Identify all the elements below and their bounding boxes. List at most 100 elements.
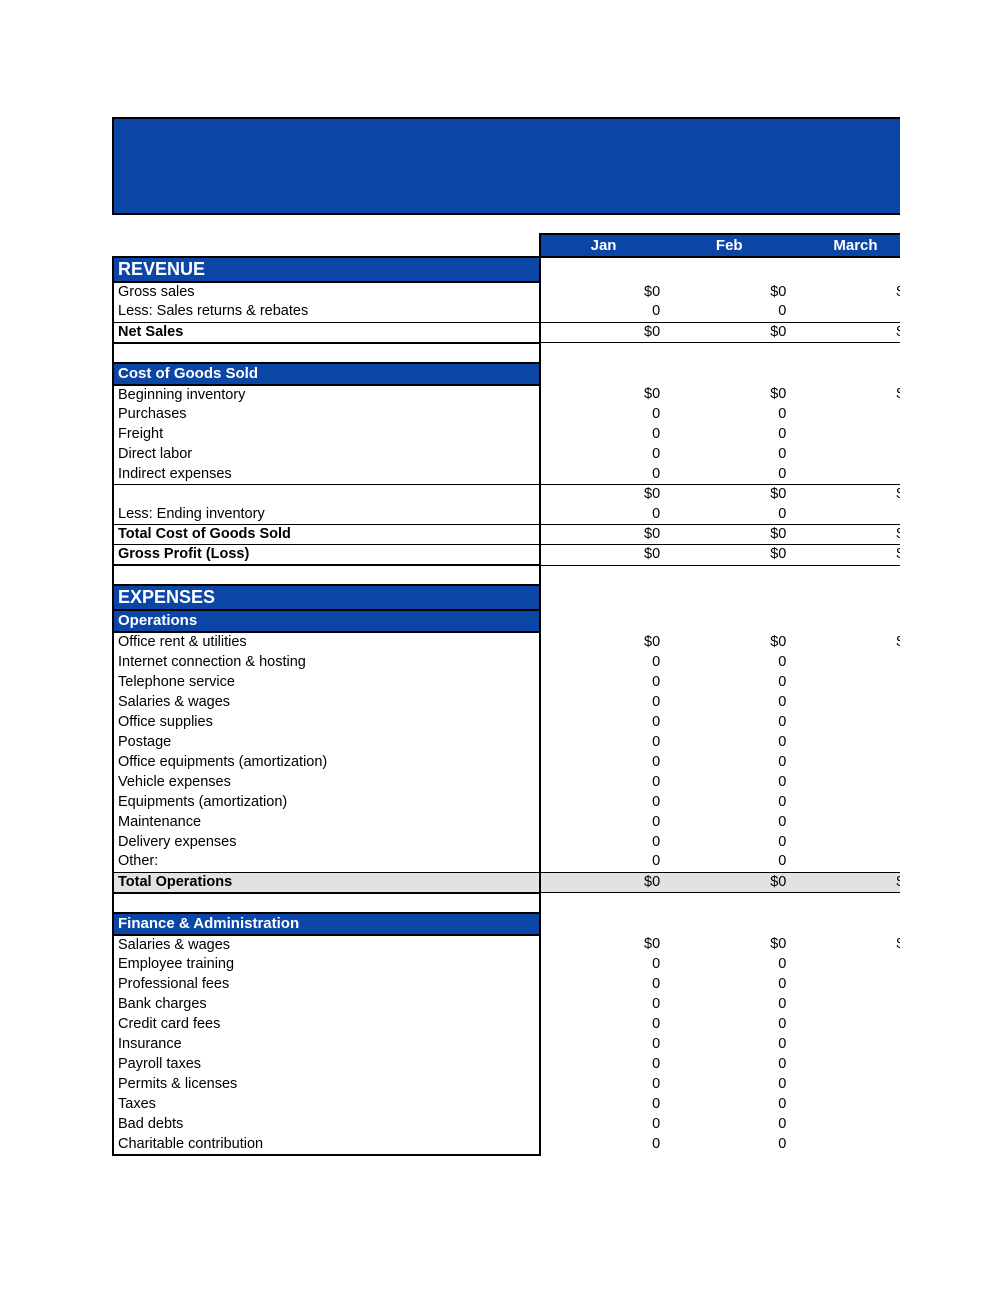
row-value[interactable]: $0 xyxy=(540,935,666,955)
row-value[interactable]: 0 xyxy=(666,652,792,672)
row-value[interactable]: 0 xyxy=(540,975,666,995)
row-value[interactable]: $0 xyxy=(539,524,667,545)
row-value[interactable]: 0 xyxy=(666,302,792,322)
row-value[interactable]: $0 xyxy=(666,484,793,505)
row-value[interactable]: $0 xyxy=(539,321,667,343)
row-value[interactable]: $0 xyxy=(540,282,666,302)
row-value[interactable]: 0 xyxy=(666,505,792,525)
row-value[interactable]: 0 xyxy=(666,832,792,852)
row-value[interactable]: 0 xyxy=(792,1035,900,1055)
row-value[interactable]: 0 xyxy=(540,1035,666,1055)
row-value[interactable]: $0 xyxy=(792,632,900,652)
row-value[interactable]: $0 xyxy=(539,484,667,505)
row-value[interactable]: 0 xyxy=(792,445,900,465)
row-value[interactable]: 0 xyxy=(666,445,792,465)
row-value[interactable]: 0 xyxy=(666,995,792,1015)
row-value[interactable]: 0 xyxy=(792,1135,900,1155)
row-value[interactable]: 0 xyxy=(666,975,792,995)
row-value[interactable]: 0 xyxy=(540,995,666,1015)
row-value[interactable]: 0 xyxy=(792,1015,900,1035)
row-value[interactable]: $0 xyxy=(792,544,900,566)
row-value[interactable]: 0 xyxy=(540,752,666,772)
row-value[interactable]: 0 xyxy=(540,732,666,752)
row-value[interactable]: 0 xyxy=(540,465,666,485)
row-value[interactable]: 0 xyxy=(792,812,900,832)
row-value[interactable]: 0 xyxy=(666,692,792,712)
row-value[interactable]: 0 xyxy=(792,772,900,792)
row-value[interactable]: 0 xyxy=(666,1015,792,1035)
row-value[interactable]: 0 xyxy=(666,1135,792,1155)
row-value[interactable]: 0 xyxy=(792,425,900,445)
row-value[interactable]: 0 xyxy=(540,772,666,792)
row-value[interactable]: 0 xyxy=(666,465,792,485)
row-value[interactable]: 0 xyxy=(792,955,900,975)
row-value[interactable]: 0 xyxy=(666,812,792,832)
row-value[interactable]: 0 xyxy=(792,792,900,812)
row-value[interactable]: $0 xyxy=(792,524,900,545)
row-value[interactable]: 0 xyxy=(666,1035,792,1055)
row-value[interactable]: 0 xyxy=(540,1095,666,1115)
row-value[interactable]: $0 xyxy=(539,544,667,566)
row-value[interactable]: $0 xyxy=(792,282,900,302)
row-value[interactable]: 0 xyxy=(540,852,666,872)
row-value[interactable]: 0 xyxy=(540,1015,666,1035)
row-value[interactable]: $0 xyxy=(792,871,900,893)
row-value[interactable]: $0 xyxy=(539,871,667,893)
row-value[interactable]: $0 xyxy=(792,484,900,505)
row-value[interactable]: $0 xyxy=(666,282,792,302)
row-value[interactable]: 0 xyxy=(540,672,666,692)
row-value[interactable]: $0 xyxy=(792,385,900,405)
row-value[interactable]: 0 xyxy=(666,1075,792,1095)
row-value[interactable]: 0 xyxy=(666,772,792,792)
row-value[interactable]: 0 xyxy=(792,832,900,852)
row-value[interactable]: 0 xyxy=(666,712,792,732)
row-value[interactable]: $0 xyxy=(666,385,792,405)
row-value[interactable]: 0 xyxy=(540,692,666,712)
row-value[interactable]: 0 xyxy=(792,995,900,1015)
row-value[interactable]: $0 xyxy=(666,524,793,545)
row-value[interactable]: $0 xyxy=(792,321,900,343)
row-value[interactable]: 0 xyxy=(666,752,792,772)
row-value[interactable]: 0 xyxy=(792,692,900,712)
row-value[interactable]: 0 xyxy=(540,425,666,445)
row-value[interactable]: 0 xyxy=(666,792,792,812)
row-value[interactable]: 0 xyxy=(792,505,900,525)
row-value[interactable]: 0 xyxy=(540,1075,666,1095)
row-value[interactable]: 0 xyxy=(666,672,792,692)
column-header-jan[interactable]: Jan xyxy=(538,233,667,258)
row-value[interactable]: 0 xyxy=(792,852,900,872)
row-value[interactable]: $0 xyxy=(540,632,666,652)
row-value[interactable]: 0 xyxy=(666,1115,792,1135)
row-value[interactable]: $0 xyxy=(666,321,793,343)
row-value[interactable]: 0 xyxy=(666,1095,792,1115)
row-value[interactable]: 0 xyxy=(792,405,900,425)
row-value[interactable]: 0 xyxy=(666,852,792,872)
row-value[interactable]: 0 xyxy=(540,405,666,425)
row-value[interactable]: 0 xyxy=(666,425,792,445)
row-value[interactable]: 0 xyxy=(666,405,792,425)
column-header-march[interactable]: March xyxy=(792,233,900,258)
row-value[interactable]: 0 xyxy=(792,1095,900,1115)
row-value[interactable]: 0 xyxy=(540,1135,666,1155)
row-value[interactable]: 0 xyxy=(792,465,900,485)
row-value[interactable]: 0 xyxy=(792,732,900,752)
row-value[interactable]: 0 xyxy=(540,302,666,322)
row-value[interactable]: $0 xyxy=(666,632,792,652)
row-value[interactable]: 0 xyxy=(792,1115,900,1135)
row-value[interactable]: 0 xyxy=(540,712,666,732)
row-value[interactable]: 0 xyxy=(540,652,666,672)
row-value[interactable]: 0 xyxy=(666,732,792,752)
row-value[interactable]: 0 xyxy=(540,445,666,465)
row-value[interactable]: 0 xyxy=(792,1075,900,1095)
row-value[interactable]: 0 xyxy=(540,1115,666,1135)
row-value[interactable]: 0 xyxy=(540,955,666,975)
row-value[interactable]: 0 xyxy=(666,955,792,975)
row-value[interactable]: $0 xyxy=(540,385,666,405)
row-value[interactable]: $0 xyxy=(792,935,900,955)
row-value[interactable]: 0 xyxy=(792,302,900,322)
row-value[interactable]: 0 xyxy=(540,812,666,832)
row-value[interactable]: 0 xyxy=(540,792,666,812)
row-value[interactable]: 0 xyxy=(792,712,900,732)
row-value[interactable]: $0 xyxy=(666,935,792,955)
row-value[interactable]: $0 xyxy=(666,544,793,566)
